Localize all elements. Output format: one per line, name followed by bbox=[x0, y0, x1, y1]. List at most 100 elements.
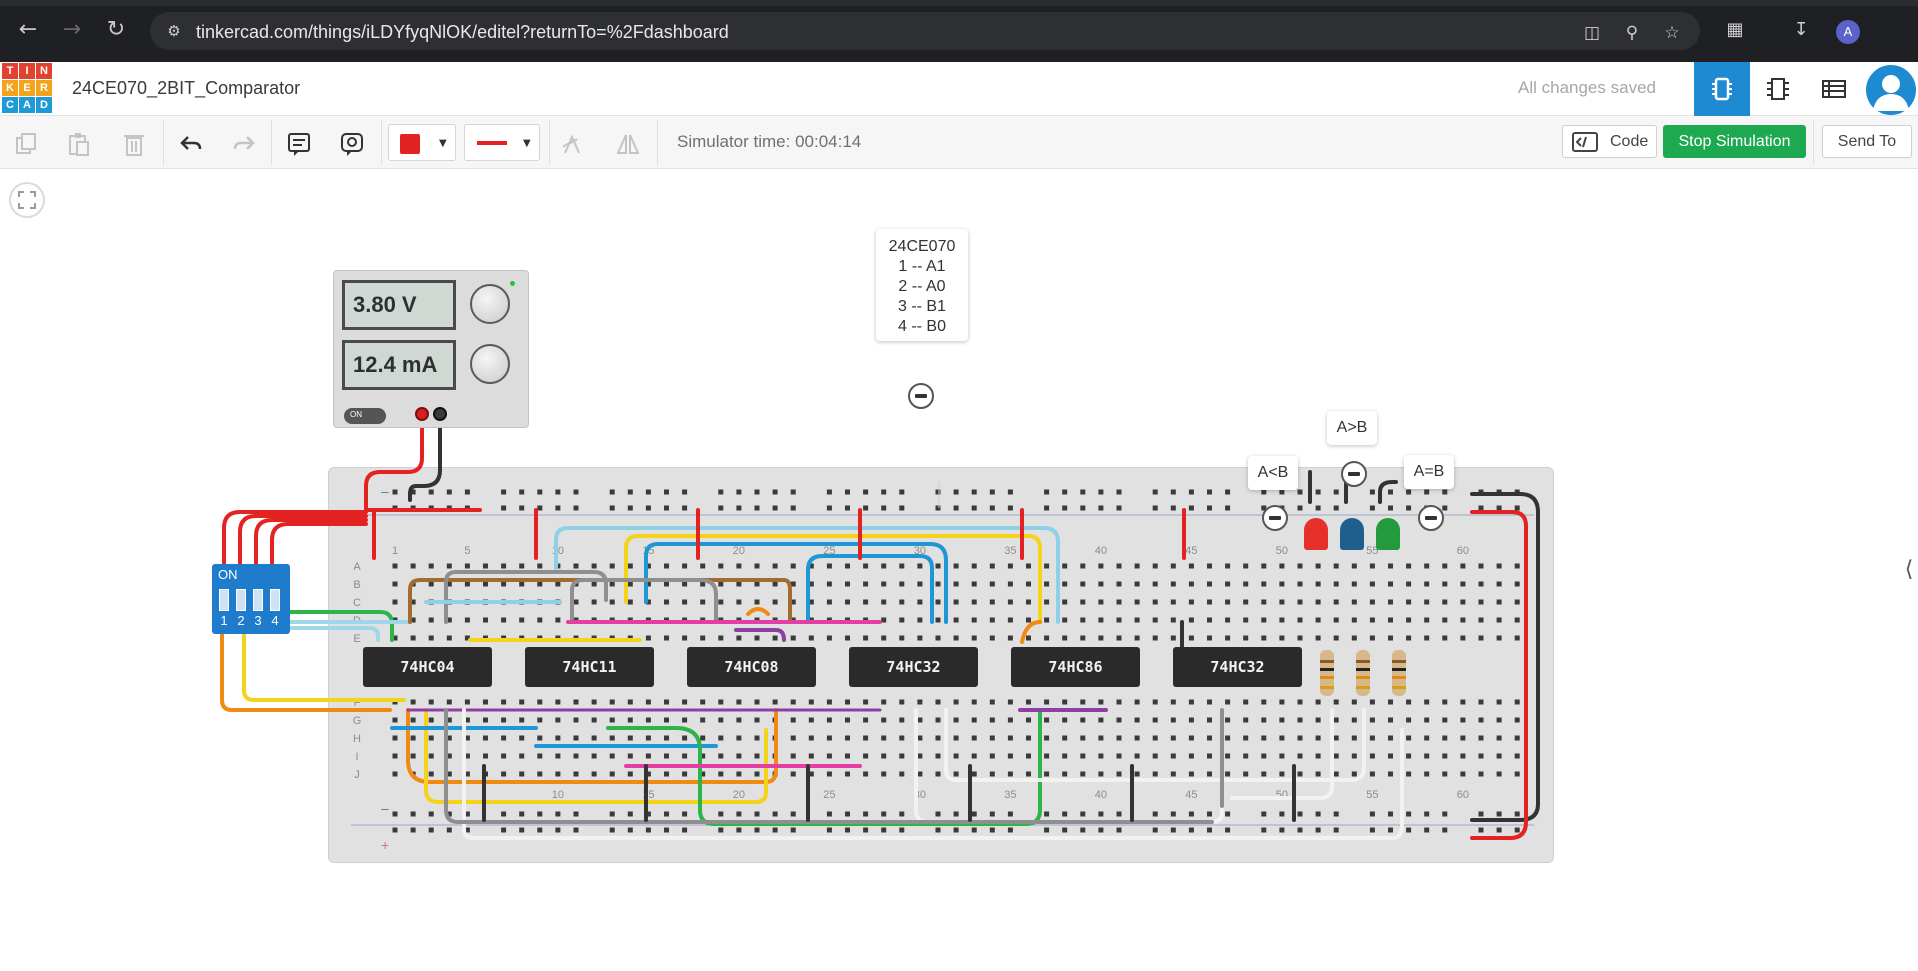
led-green[interactable] bbox=[1376, 518, 1400, 550]
wire-lightblue[interactable] bbox=[288, 626, 380, 642]
dip-number: 1 bbox=[220, 613, 228, 628]
profile-avatar[interactable]: A bbox=[1836, 20, 1860, 44]
stop-simulation-button[interactable]: Stop Simulation bbox=[1663, 125, 1806, 158]
tinkercad-logo[interactable]: TIN KER CAD bbox=[2, 63, 52, 113]
wire-black[interactable] bbox=[408, 414, 442, 502]
notes-icon[interactable] bbox=[281, 126, 317, 160]
wire-blue[interactable] bbox=[806, 554, 934, 624]
wire-white[interactable] bbox=[944, 708, 1366, 782]
wire-red[interactable] bbox=[1470, 510, 1528, 840]
site-info-icon[interactable]: ⚙ bbox=[164, 21, 184, 41]
user-avatar-icon[interactable] bbox=[1866, 65, 1916, 115]
wire-type-dropdown[interactable]: ▼ bbox=[464, 124, 540, 161]
voltage-readout: 3.80 V bbox=[342, 280, 456, 330]
led-label-collapse-icon[interactable] bbox=[1341, 461, 1367, 487]
dip-toggle-1[interactable] bbox=[219, 589, 229, 611]
wire-white[interactable] bbox=[1230, 708, 1334, 800]
undo-icon[interactable] bbox=[173, 126, 209, 160]
negative-terminal[interactable] bbox=[433, 407, 447, 421]
code-label: Code bbox=[1610, 133, 1649, 150]
install-icon[interactable]: ◫ bbox=[1580, 21, 1604, 45]
led-label-collapse-icon[interactable] bbox=[1262, 505, 1288, 531]
led-label-collapse-icon[interactable] bbox=[1418, 505, 1444, 531]
design-title[interactable]: 24CE070_2BIT_Comparator bbox=[72, 78, 300, 99]
ic-chip-6[interactable]: 74HC32 bbox=[1173, 647, 1302, 687]
copy-icon[interactable] bbox=[8, 126, 44, 160]
wire-orange[interactable] bbox=[746, 607, 770, 616]
current-knob[interactable] bbox=[470, 344, 510, 384]
wire-yellow[interactable] bbox=[424, 708, 768, 804]
power-supply[interactable]: 3.80 V 12.4 mA ON bbox=[333, 270, 529, 428]
logo-letter: T bbox=[2, 63, 18, 79]
browser-chrome: ← → ↻ ⚙ tinkercad.com/things/iLDYfyqNlOK… bbox=[0, 0, 1918, 62]
ic-chip-4[interactable]: 74HC32 bbox=[849, 647, 978, 687]
dip-number: 3 bbox=[254, 613, 262, 628]
toolbar-separator bbox=[163, 120, 164, 165]
dip-toggle-3[interactable] bbox=[253, 589, 263, 611]
resistor[interactable] bbox=[1392, 650, 1406, 696]
schematic-view-button[interactable] bbox=[1750, 62, 1806, 116]
rotate-icon[interactable] bbox=[554, 126, 590, 160]
send-to-button[interactable]: Send To bbox=[1822, 125, 1912, 158]
voltage-knob[interactable] bbox=[470, 284, 510, 324]
wire-white[interactable] bbox=[462, 708, 1404, 840]
wire-white[interactable] bbox=[914, 708, 1224, 824]
code-button[interactable]: Code bbox=[1562, 125, 1657, 158]
dip-toggle-2[interactable] bbox=[236, 589, 246, 611]
notes-toggle-icon[interactable] bbox=[334, 126, 370, 160]
ic-chip-5[interactable]: 74HC86 bbox=[1011, 647, 1140, 687]
table-icon bbox=[1822, 80, 1846, 98]
color-swatch bbox=[400, 134, 420, 154]
wire-black[interactable] bbox=[1470, 492, 1540, 822]
led-label-less[interactable]: A<B bbox=[1248, 456, 1298, 490]
dip-toggle-4[interactable] bbox=[270, 589, 280, 611]
led-label-greater[interactable]: A>B bbox=[1327, 411, 1377, 445]
note-line: 24CE070 bbox=[888, 238, 956, 255]
circuit-view-button[interactable] bbox=[1694, 62, 1750, 116]
toolbar-separator bbox=[549, 120, 550, 165]
wire-color-dropdown[interactable]: ▼ bbox=[388, 124, 456, 161]
zoom-icon[interactable]: ⚲ bbox=[1620, 21, 1644, 45]
positive-terminal[interactable] bbox=[415, 407, 429, 421]
url-text[interactable]: tinkercad.com/things/iLDYfyqNlOK/editel?… bbox=[196, 22, 729, 43]
paste-icon[interactable] bbox=[61, 126, 97, 160]
ic-chip-3[interactable]: 74HC08 bbox=[687, 647, 816, 687]
ic-chip-1[interactable]: 74HC04 bbox=[363, 647, 492, 687]
wire-black[interactable] bbox=[1378, 480, 1398, 504]
dip-switch[interactable]: ON 1 2 3 4 bbox=[212, 564, 290, 634]
resistor[interactable] bbox=[1320, 650, 1334, 696]
toolbar-separator bbox=[657, 120, 658, 165]
power-switch[interactable]: ON bbox=[344, 408, 386, 424]
wire-orange[interactable] bbox=[1020, 620, 1042, 644]
chevron-left-icon[interactable]: ⟨ bbox=[1898, 550, 1918, 590]
note[interactable]: 24CE070 1 -- A1 2 -- A0 3 -- B1 4 -- B0 bbox=[876, 229, 968, 341]
wire-purple[interactable] bbox=[734, 628, 786, 642]
wire-red[interactable] bbox=[364, 414, 482, 512]
address-bar[interactable]: ⚙ tinkercad.com/things/iLDYfyqNlOK/edite… bbox=[150, 12, 1700, 50]
save-status: All changes saved bbox=[1518, 78, 1656, 97]
app-header: TIN KER CAD 24CE070_2BIT_Comparator All ch… bbox=[0, 62, 1918, 116]
tab-strip bbox=[0, 0, 1918, 6]
cv-indicator-icon bbox=[510, 281, 515, 286]
wire-red[interactable] bbox=[270, 522, 368, 566]
resistor[interactable] bbox=[1356, 650, 1370, 696]
led-label-equal[interactable]: A=B bbox=[1404, 455, 1454, 489]
led-red[interactable] bbox=[1304, 518, 1328, 550]
power-switch-label: ON bbox=[350, 410, 362, 419]
dip-number: 2 bbox=[237, 613, 245, 628]
delete-icon[interactable] bbox=[116, 126, 152, 160]
circuit-workspace[interactable]: – + – 1 5 10 15 20 25 30 35 40 45 50 55 60 10 15 20 25 30… bbox=[0, 170, 1918, 971]
note-collapse-icon[interactable] bbox=[908, 383, 934, 409]
download-icon[interactable]: ↧ bbox=[1786, 15, 1816, 45]
led-blue[interactable] bbox=[1340, 518, 1364, 550]
star-icon[interactable]: ☆ bbox=[1660, 21, 1684, 45]
back-icon[interactable]: ← bbox=[12, 14, 44, 46]
flip-icon[interactable] bbox=[610, 126, 646, 160]
ic-chip-2[interactable]: 74HC11 bbox=[525, 647, 654, 687]
forward-icon[interactable]: → bbox=[56, 14, 88, 46]
component-list-button[interactable] bbox=[1806, 62, 1862, 116]
reload-icon[interactable]: ↻ bbox=[100, 14, 132, 46]
redo-icon[interactable] bbox=[226, 126, 262, 160]
dip-on-label: ON bbox=[218, 567, 238, 582]
extensions-icon[interactable]: ▦ bbox=[1720, 15, 1750, 45]
